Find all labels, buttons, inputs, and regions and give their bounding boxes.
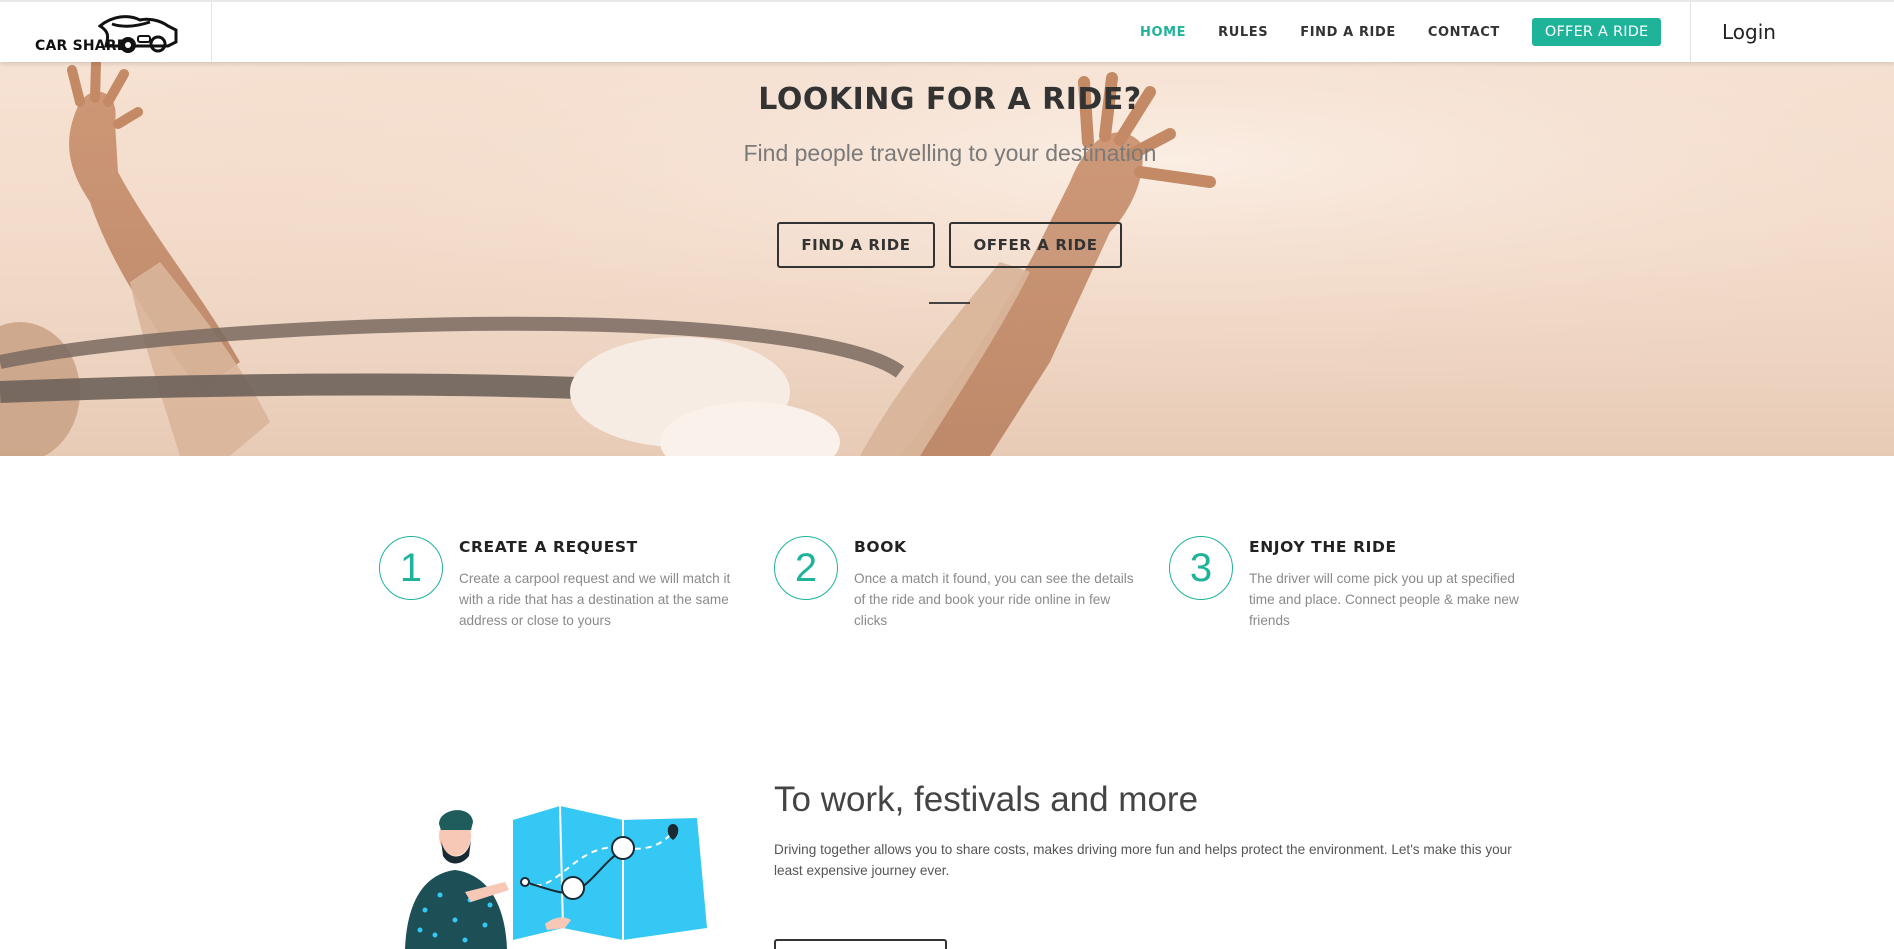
top-navbar: CAR SHARE HOME RULES FIND A RIDE CONTACT… <box>0 0 1894 62</box>
login-area: Login <box>1690 2 1894 62</box>
step-title: CREATE A REQUEST <box>459 538 638 556</box>
step-create-request: 1 CREATE A REQUEST Create a carpool requ… <box>379 536 739 656</box>
step-description: Create a carpool request and we will mat… <box>459 571 731 628</box>
main-nav: HOME RULES FIND A RIDE CONTACT OFFER A R… <box>1140 2 1662 62</box>
feature-description: Driving together allows you to share cos… <box>774 842 1512 878</box>
feature-title: To work, festivals and more <box>774 780 1199 819</box>
nav-item-rules[interactable]: RULES <box>1218 25 1268 40</box>
hero-background-photo <box>0 62 1894 456</box>
nav-item-contact[interactable]: CONTACT <box>1428 25 1500 40</box>
step-enjoy-ride: 3 ENJOY THE RIDE The driver will come pi… <box>1169 536 1529 656</box>
hero-title: LOOKING FOR A RIDE? <box>758 82 1142 117</box>
step-book: 2 BOOK Once a match it found, you can se… <box>774 536 1134 656</box>
step-description: Once a match it found, you can see the d… <box>854 571 1134 628</box>
brand-name: CAR SHARE <box>35 38 127 54</box>
step-number-badge: 3 <box>1169 536 1233 600</box>
nav-item-find-a-ride[interactable]: FIND A RIDE <box>1300 25 1396 40</box>
step-title: ENJOY THE RIDE <box>1249 538 1397 556</box>
hero-divider <box>929 302 970 304</box>
feature-action-button[interactable] <box>774 939 947 949</box>
brand-logo[interactable]: CAR SHARE <box>0 2 212 62</box>
find-a-ride-button[interactable]: FIND A RIDE <box>777 222 935 268</box>
step-number-badge: 1 <box>379 536 443 600</box>
person-with-map-illustration <box>405 805 707 949</box>
offer-a-ride-nav-button[interactable]: OFFER A RIDE <box>1531 18 1662 46</box>
offer-a-ride-button[interactable]: OFFER A RIDE <box>949 222 1122 268</box>
step-number-badge: 2 <box>774 536 838 600</box>
nav-item-home[interactable]: HOME <box>1140 25 1186 40</box>
login-link[interactable]: Login <box>1722 20 1776 44</box>
step-title: BOOK <box>854 538 907 556</box>
hero-subtitle: Find people travelling to your destinati… <box>743 140 1157 166</box>
hero-banner: LOOKING FOR A RIDE? Find people travelli… <box>0 62 1894 456</box>
step-description: The driver will come pick you up at spec… <box>1249 571 1519 628</box>
